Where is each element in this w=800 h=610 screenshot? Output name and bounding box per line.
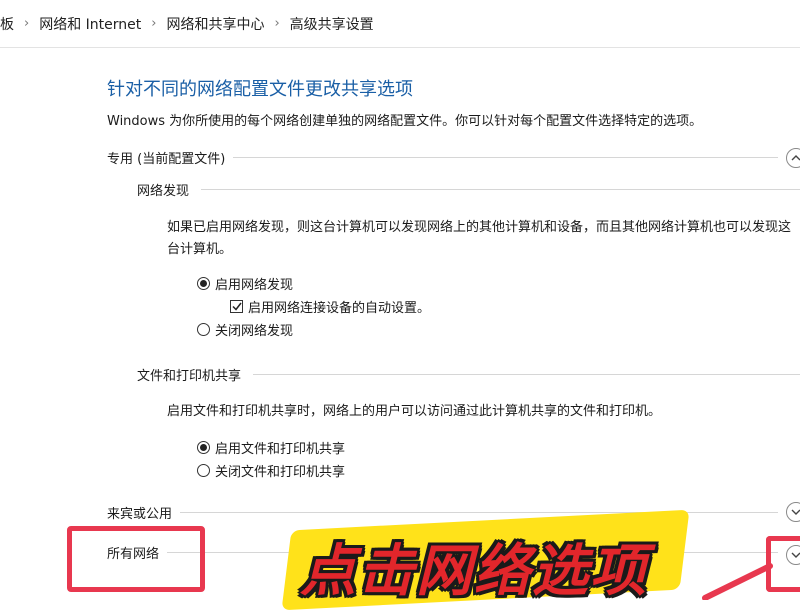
network-discovery-header: 网络发现 <box>137 180 800 199</box>
breadcrumb-advanced-sharing[interactable]: 高级共享设置 <box>280 14 384 34</box>
breadcrumb: 板 › 网络和 Internet › 网络和共享中心 › 高级共享设置 <box>0 0 800 48</box>
radio-unselected-icon <box>197 464 210 477</box>
network-discovery-description: 如果已启用网络发现，则这台计算机可以发现网络上的其他计算机和设备，而且其他网络计… <box>167 220 792 257</box>
radio-enable-file-sharing[interactable]: 启用文件和打印机共享 <box>197 438 345 457</box>
page-description: Windows 为你所使用的每个网络创建单独的网络配置文件。你可以针对每个配置文… <box>107 114 703 129</box>
divider <box>233 157 778 158</box>
section-private-header[interactable]: 专用 (当前配置文件) <box>107 148 790 167</box>
checkbox-auto-setup[interactable]: 启用网络连接设备的自动设置。 <box>230 297 430 316</box>
radio-enable-network-discovery[interactable]: 启用网络发现 <box>197 274 293 293</box>
chevron-up-icon <box>791 155 800 161</box>
chevron-down-icon <box>791 509 800 515</box>
file-printer-sharing-header: 文件和打印机共享 <box>137 365 800 384</box>
annotation-banner: 点击网络选项 <box>300 539 648 604</box>
radio-disable-network-discovery[interactable]: 关闭网络发现 <box>197 320 293 339</box>
highlight-all-networks <box>67 526 205 592</box>
breadcrumb-network-sharing-center[interactable]: 网络和共享中心 <box>156 14 274 34</box>
file-printer-sharing-description: 启用文件和打印机共享时，网络上的用户可以访问通过此计算机共享的文件和打印机。 <box>167 404 662 419</box>
disable-network-discovery-label: 关闭网络发现 <box>215 324 294 339</box>
divider <box>253 374 800 375</box>
collapse-private-button[interactable] <box>786 148 800 168</box>
breadcrumb-network-internet[interactable]: 网络和 Internet <box>29 14 151 34</box>
page-title: 针对不同的网络配置文件更改共享选项 <box>107 79 413 100</box>
breadcrumb-control-panel[interactable]: 板 <box>0 14 24 34</box>
file-printer-sharing-heading: 文件和打印机共享 <box>137 369 242 384</box>
radio-unselected-icon <box>197 323 210 336</box>
auto-setup-label: 启用网络连接设备的自动设置。 <box>248 301 431 316</box>
expand-guest-public-button[interactable] <box>786 502 800 522</box>
section-private-label: 专用 (当前配置文件) <box>107 152 226 167</box>
network-discovery-heading: 网络发现 <box>137 184 190 199</box>
disable-file-sharing-label: 关闭文件和打印机共享 <box>215 465 346 480</box>
section-guest-public-label: 来宾或公用 <box>107 507 173 522</box>
radio-disable-file-sharing[interactable]: 关闭文件和打印机共享 <box>197 461 345 480</box>
checkmark-icon <box>230 300 243 313</box>
radio-selected-icon <box>197 277 210 290</box>
arrow-icon <box>702 563 773 600</box>
divider <box>201 189 800 190</box>
divider <box>180 512 778 513</box>
radio-selected-icon <box>197 441 210 454</box>
enable-network-discovery-label: 启用网络发现 <box>215 278 294 293</box>
enable-file-sharing-label: 启用文件和打印机共享 <box>215 442 346 457</box>
